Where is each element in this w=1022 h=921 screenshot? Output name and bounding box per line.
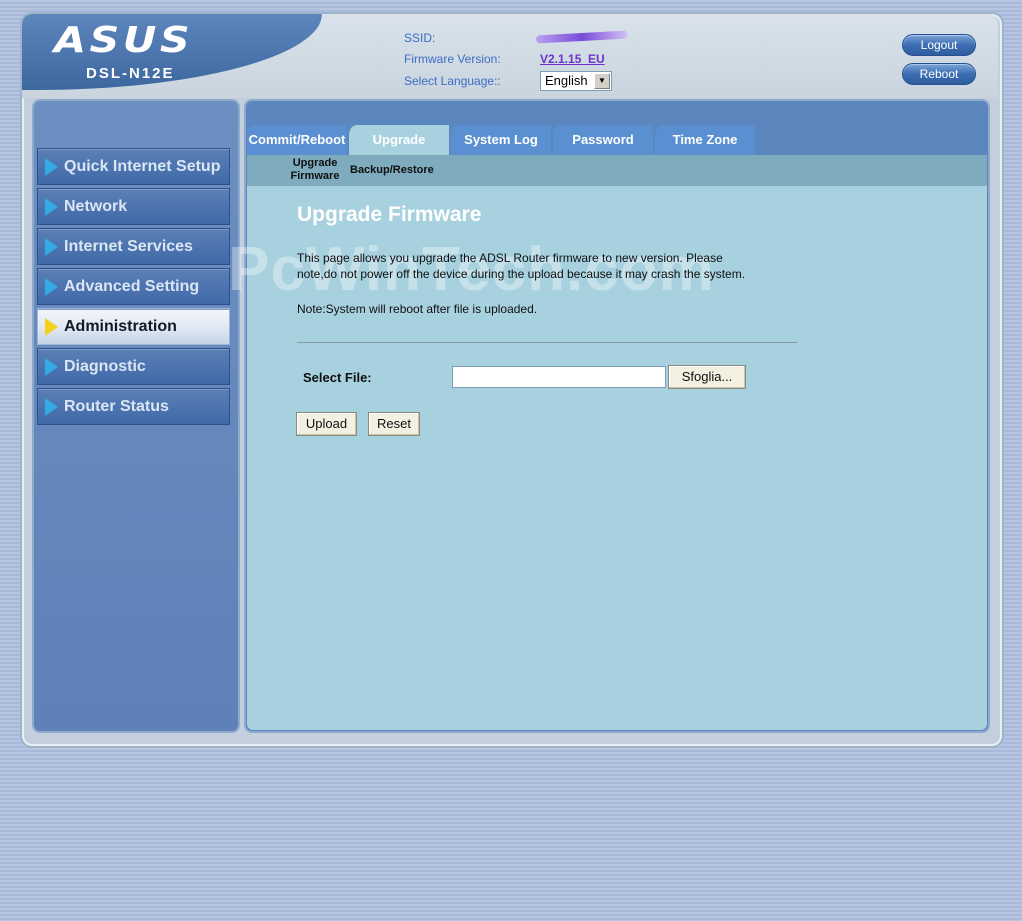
triangle-right-icon [45,398,58,416]
sidebar-item-label: Router Status [64,398,169,415]
sidebar-item-internet-services[interactable]: Internet Services [37,228,230,265]
reset-button[interactable]: Reset [368,412,420,436]
firmware-label: Firmware Version: [404,52,501,66]
subtab-backup-restore[interactable]: Backup/Restore [350,164,434,177]
triangle-right-icon [45,358,58,376]
file-path-input[interactable] [452,366,666,388]
triangle-right-icon [45,198,58,216]
brand-logo: ASUS [54,20,194,61]
reboot-button[interactable]: Reboot [902,63,976,85]
tab-commit-reboot[interactable]: Commit/Reboot [247,125,347,155]
ssid-label: SSID: [404,31,436,45]
sidebar-item-label: Internet Services [64,238,193,255]
sidebar-item-label: Administration [64,318,177,335]
description-line-1: This page allows you upgrade the ADSL Ro… [297,251,723,265]
description-line-2: note,do not power off the device during … [297,267,746,281]
triangle-right-icon [45,158,58,176]
tab-password[interactable]: Password [553,125,653,155]
sidebar-item-label: Network [64,198,128,215]
sidebar-item-label: Diagnostic [64,358,146,375]
language-label: Select Language:: [404,74,501,88]
header: ASUS DSL-N12E SSID: Firmware Version: V2… [22,14,998,98]
upload-button[interactable]: Upload [296,412,357,436]
language-value: English [545,73,588,88]
sidebar-item-diagnostic[interactable]: Diagnostic [37,348,230,385]
chevron-down-icon: ▼ [594,73,610,89]
tab-time-zone[interactable]: Time Zone [655,125,755,155]
logout-button[interactable]: Logout [902,34,976,56]
reboot-note: Note:System will reboot after file is up… [297,302,538,316]
divider [297,342,797,343]
page-title: Upgrade Firmware [297,203,482,226]
tab-system-log[interactable]: System Log [451,125,551,155]
browse-button[interactable]: Sfoglia... [668,365,746,389]
sidebar-item-quick-internet-setup[interactable]: Quick Internet Setup [37,148,230,185]
logo-block: ASUS DSL-N12E [22,14,322,90]
firmware-version-link[interactable]: V2.1.15_EU [540,52,605,66]
language-select[interactable]: English ▼ [540,71,612,91]
sidebar-item-router-status[interactable]: Router Status [37,388,230,425]
sidebar-item-administration[interactable]: Administration [37,308,230,345]
ssid-redacted-mark [535,30,629,44]
sidebar-item-label: Advanced Setting [64,278,200,295]
triangle-right-icon [45,238,58,256]
subtab-upgrade-firmware[interactable]: Upgrade Firmware [285,157,345,183]
sidebar-item-label: Quick Internet Setup [64,158,221,175]
select-file-label: Select File: [303,370,372,385]
sidebar-item-network[interactable]: Network [37,188,230,225]
triangle-right-icon [45,318,58,336]
model-name: DSL-N12E [86,65,175,82]
tab-upgrade[interactable]: Upgrade [349,125,449,155]
sidebar-item-advanced-setting[interactable]: Advanced Setting [37,268,230,305]
triangle-right-icon [45,278,58,296]
